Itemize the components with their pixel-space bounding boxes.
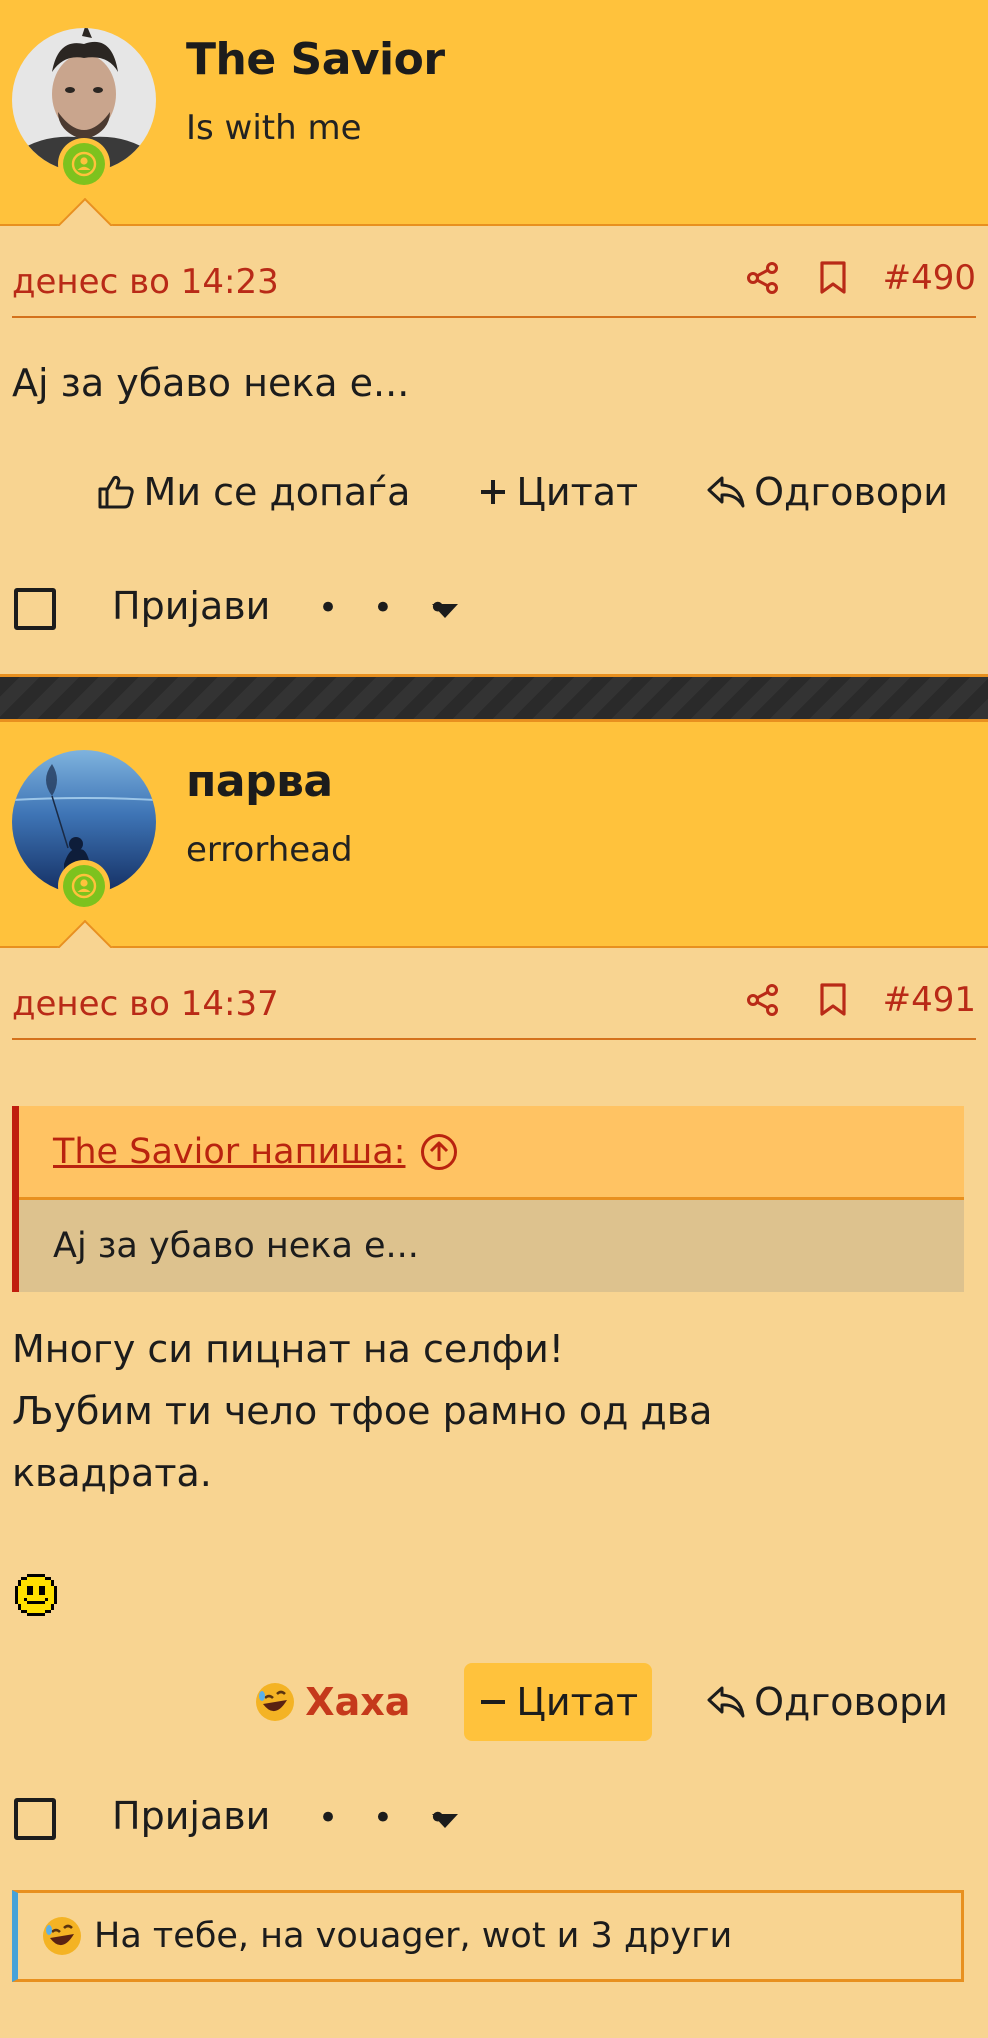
plus-icon [481, 480, 506, 504]
user-title: Is with me [186, 108, 362, 148]
arrow-up-circle-icon[interactable] [419, 1132, 459, 1172]
post-actions: Ми се допаѓа Цитат Одговори [0, 452, 988, 532]
post-body: Ај за убаво нека е... [12, 352, 976, 414]
post-meta: денес во 14:37 #491 [12, 948, 976, 1040]
select-checkbox[interactable] [14, 588, 56, 630]
post-actions: Хаха Цитат Одговори [0, 1662, 988, 1742]
quote-text: Ај за убаво нека е... [53, 1226, 419, 1266]
reply-icon [707, 1686, 745, 1718]
reply-label: Одговори [754, 470, 948, 514]
post-text-line: Многу си пицнат на селфи! [12, 1327, 565, 1371]
share-icon[interactable] [743, 258, 783, 298]
post-491: парва errorhead денес во 14:37 #491 The … [0, 722, 988, 1982]
post-number[interactable]: #490 [883, 258, 976, 298]
laughing-emoji-icon [256, 1683, 295, 1721]
post-number[interactable]: #491 [883, 980, 976, 1020]
like-button[interactable]: Ми се допаѓа [82, 453, 425, 531]
post-footer: Пријави • • • [0, 1778, 988, 1858]
header-pointer [57, 920, 113, 948]
report-link[interactable]: Пријави [112, 584, 270, 628]
online-status-badge [58, 860, 110, 912]
online-user-icon [71, 873, 97, 899]
quote-author-link[interactable]: The Savior напиша: [53, 1132, 405, 1172]
post-date[interactable]: денес во 14:37 [12, 984, 279, 1024]
reaction-button[interactable]: Хаха [239, 1663, 424, 1741]
user-header: The Savior Is with me [0, 0, 988, 226]
quote-header[interactable]: The Savior напиша: [19, 1106, 964, 1200]
post-divider [0, 674, 988, 722]
online-user-icon [71, 151, 97, 177]
post-text-line: квадрата. [12, 1451, 212, 1495]
select-checkbox[interactable] [14, 1798, 56, 1840]
post-490: The Savior Is with me денес во 14:23 #49… [0, 0, 988, 648]
share-icon[interactable] [743, 980, 783, 1020]
reactions-summary-text: На тебе, на vouager, wot и 3 други [94, 1916, 733, 1956]
header-pointer [57, 198, 113, 226]
reply-button[interactable]: Одговори [692, 453, 962, 531]
bookmark-icon[interactable] [813, 258, 853, 298]
post-body: Многу си пицнат на селфи! Љубим ти чело … [12, 1318, 976, 1626]
user-header: парва errorhead [0, 722, 988, 948]
quote-block: The Savior напиша: Ај за убаво нека е... [12, 1106, 964, 1292]
quote-button[interactable]: Цитат [464, 453, 652, 531]
post-text-line: Ај за убаво нека е... [12, 361, 410, 405]
thumbs-up-icon [98, 475, 134, 509]
minus-icon [481, 1700, 506, 1704]
user-title: errorhead [186, 830, 353, 870]
report-link[interactable]: Пријави [112, 1794, 270, 1838]
reactions-summary[interactable]: На тебе, на vouager, wot и 3 други [12, 1890, 964, 1982]
username[interactable]: парва [186, 756, 333, 807]
quote-label: Цитат [516, 470, 639, 514]
reply-button[interactable]: Одговори [692, 1663, 962, 1741]
chevron-down-icon[interactable] [432, 604, 458, 618]
bookmark-icon[interactable] [813, 980, 853, 1020]
online-status-badge [58, 138, 110, 190]
username[interactable]: The Savior [186, 34, 445, 85]
post-meta: денес во 14:23 #490 [12, 226, 976, 318]
reply-label: Одговори [754, 1680, 948, 1724]
reaction-label: Хаха [305, 1680, 411, 1724]
quote-button[interactable]: Цитат [464, 1663, 653, 1741]
chevron-down-icon[interactable] [432, 1814, 458, 1828]
quote-label: Цитат [516, 1680, 639, 1724]
laughing-emoji-icon [43, 1917, 81, 1955]
post-footer: Пријави • • • [0, 568, 988, 648]
post-text-line: Љубим ти чело тфое рамно од два [12, 1389, 713, 1433]
reply-icon [707, 476, 745, 508]
post-date[interactable]: денес во 14:23 [12, 262, 279, 302]
smiley-icon [15, 1574, 57, 1616]
like-label: Ми се допаѓа [143, 470, 411, 514]
